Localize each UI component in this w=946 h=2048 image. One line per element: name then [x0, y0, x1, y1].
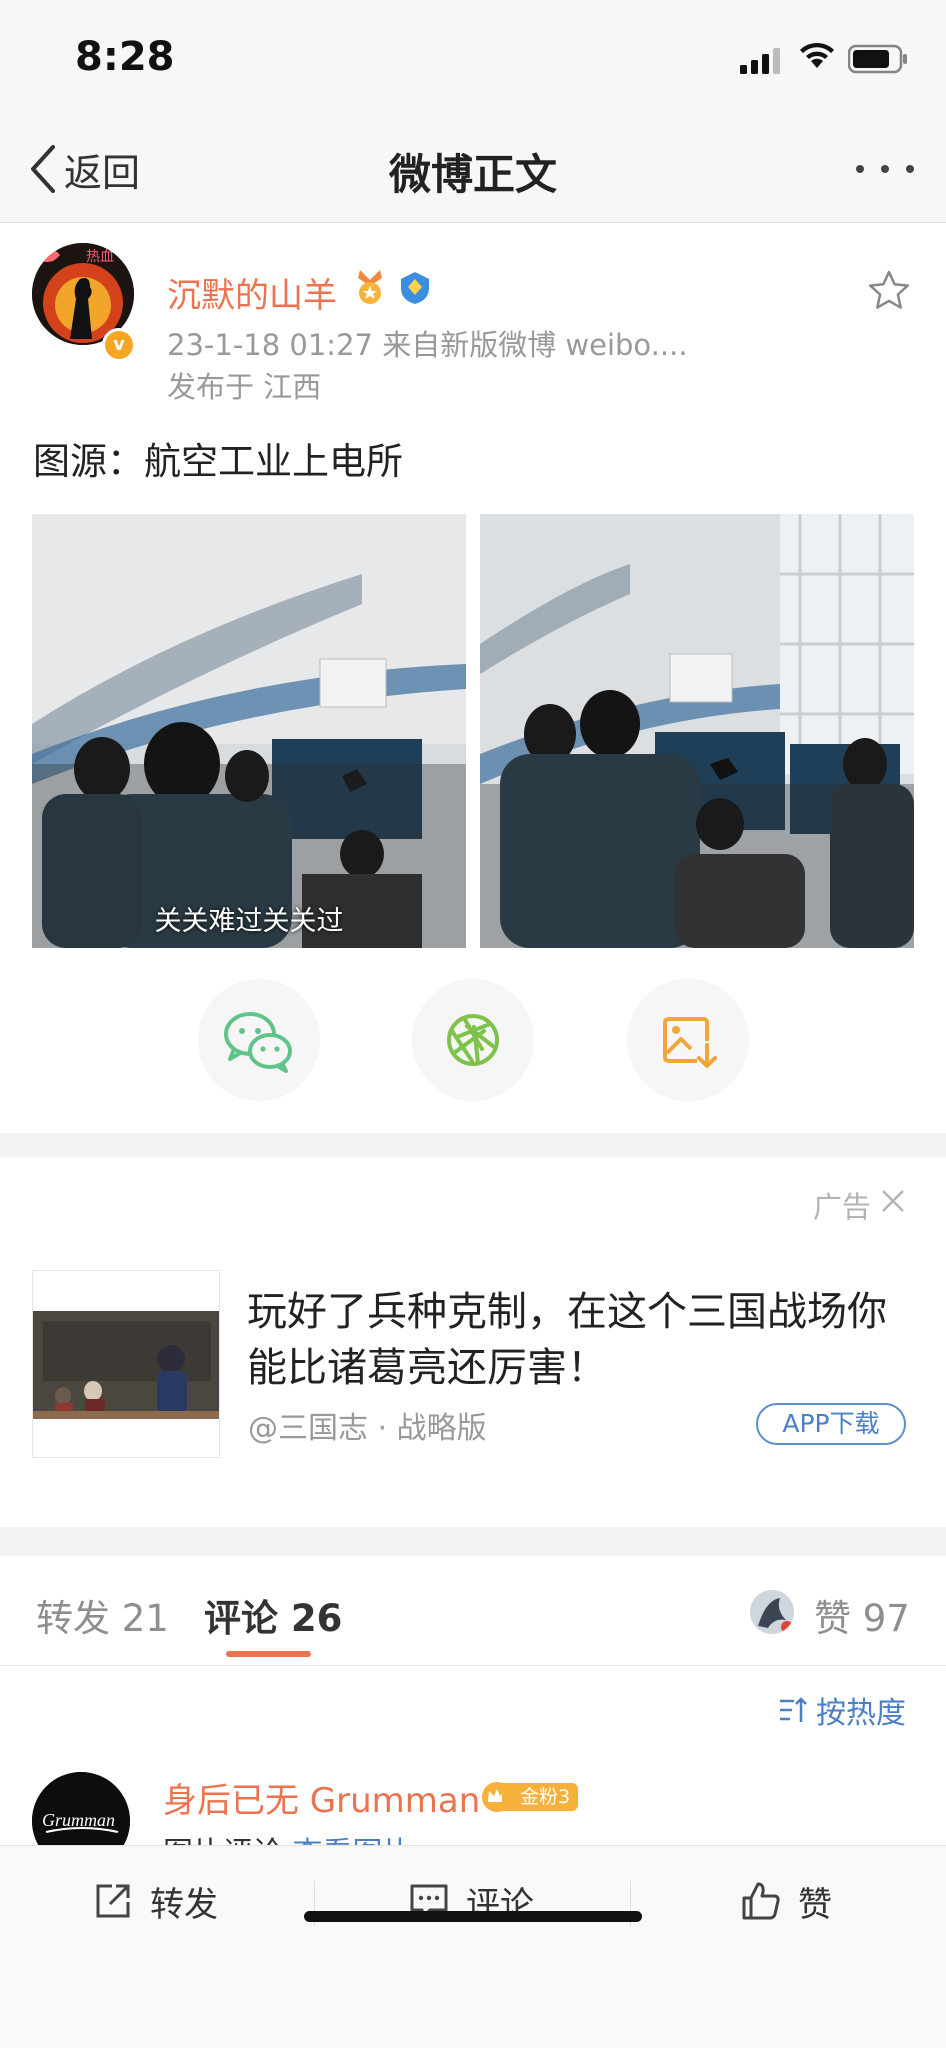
- commenter-name[interactable]: 身后已无 Grumman: [163, 1773, 480, 1822]
- post-text: 图源：航空工业上电所: [33, 440, 403, 483]
- moments-aperture-icon: [447, 1014, 499, 1066]
- medal-icon: [358, 270, 382, 304]
- close-icon[interactable]: [879, 1187, 907, 1215]
- like-label: 赞: [798, 1884, 832, 1925]
- share-icon: [96, 1884, 130, 1918]
- favorite-star-icon[interactable]: [866, 268, 912, 314]
- app-download-button[interactable]: APP下载: [756, 1403, 906, 1445]
- sort-by-hot-button[interactable]: 按热度: [778, 1688, 906, 1732]
- home-indicator: [304, 1911, 642, 1922]
- ad-title[interactable]: 玩好了兵种克制，在这个三国战场你能比诸葛亮还厉害！: [247, 1284, 917, 1396]
- navigation-bar: 返回 微博正文: [0, 115, 946, 223]
- bottom-action-bar: 转发 评论 赞: [0, 1845, 946, 2048]
- like-button[interactable]: 赞: [740, 1876, 832, 1926]
- section-divider: [0, 1527, 946, 1556]
- fan-level-text: 金粉3: [502, 1783, 579, 1811]
- svg-text:Grumman: Grumman: [42, 1810, 115, 1830]
- post-location: 发布于 江西: [167, 370, 322, 404]
- repost-button[interactable]: 转发: [92, 1876, 218, 1926]
- repost-label: 转发: [150, 1884, 218, 1925]
- ad-thumbnail[interactable]: [32, 1270, 220, 1458]
- ad-source: @三国志 · 战略版: [248, 1411, 487, 1446]
- wifi-icon: [800, 42, 834, 68]
- author-name[interactable]: 沉默的山羊: [167, 268, 337, 317]
- post-timestamp-source: 23-1-18 01:27 来自新版微博 weibo....: [167, 328, 688, 362]
- verified-badge-icon: v: [102, 328, 136, 362]
- tab-like[interactable]: 赞 97: [814, 1588, 910, 1642]
- wechat-icon: [224, 1012, 292, 1073]
- fan-level-badge: 金粉3: [480, 1780, 579, 1814]
- status-bar: 8:28: [0, 0, 946, 115]
- section-divider: [0, 1133, 946, 1157]
- thumbs-up-icon: [742, 1882, 780, 1920]
- battery-icon: [848, 44, 907, 74]
- post-image-1[interactable]: 关关难过关关过: [32, 514, 466, 948]
- save-image-icon: [663, 1017, 717, 1068]
- share-moments-button[interactable]: [412, 979, 534, 1101]
- image-caption: 关关难过关关过: [154, 906, 344, 937]
- svg-text:热血: 热血: [86, 248, 114, 264]
- shield-badge-icon: [401, 272, 429, 304]
- share-wechat-button[interactable]: [198, 979, 320, 1101]
- sort-label: 按热度: [816, 1696, 906, 1731]
- interaction-tabs: 转发 21 评论 26 赞 97: [0, 1556, 946, 1666]
- status-time: 8:28: [75, 34, 175, 80]
- more-icon[interactable]: [854, 159, 916, 179]
- page: 8:28 返回 微博正文 热血 v 沉默的山羊 23-1-18 01:27 来自…: [0, 0, 946, 2048]
- tab-comment[interactable]: 评论 26: [204, 1588, 342, 1642]
- sort-icon: [780, 1697, 807, 1722]
- liker-avatar[interactable]: [750, 1590, 794, 1634]
- ad-label: 广告: [813, 1190, 872, 1224]
- cellular-signal-icon: [740, 48, 780, 74]
- post-image-2[interactable]: [480, 514, 914, 948]
- tab-repost[interactable]: 转发 21: [36, 1588, 169, 1642]
- save-image-button[interactable]: [627, 979, 749, 1101]
- page-title: 微博正文: [388, 150, 557, 199]
- active-tab-indicator: [226, 1651, 311, 1657]
